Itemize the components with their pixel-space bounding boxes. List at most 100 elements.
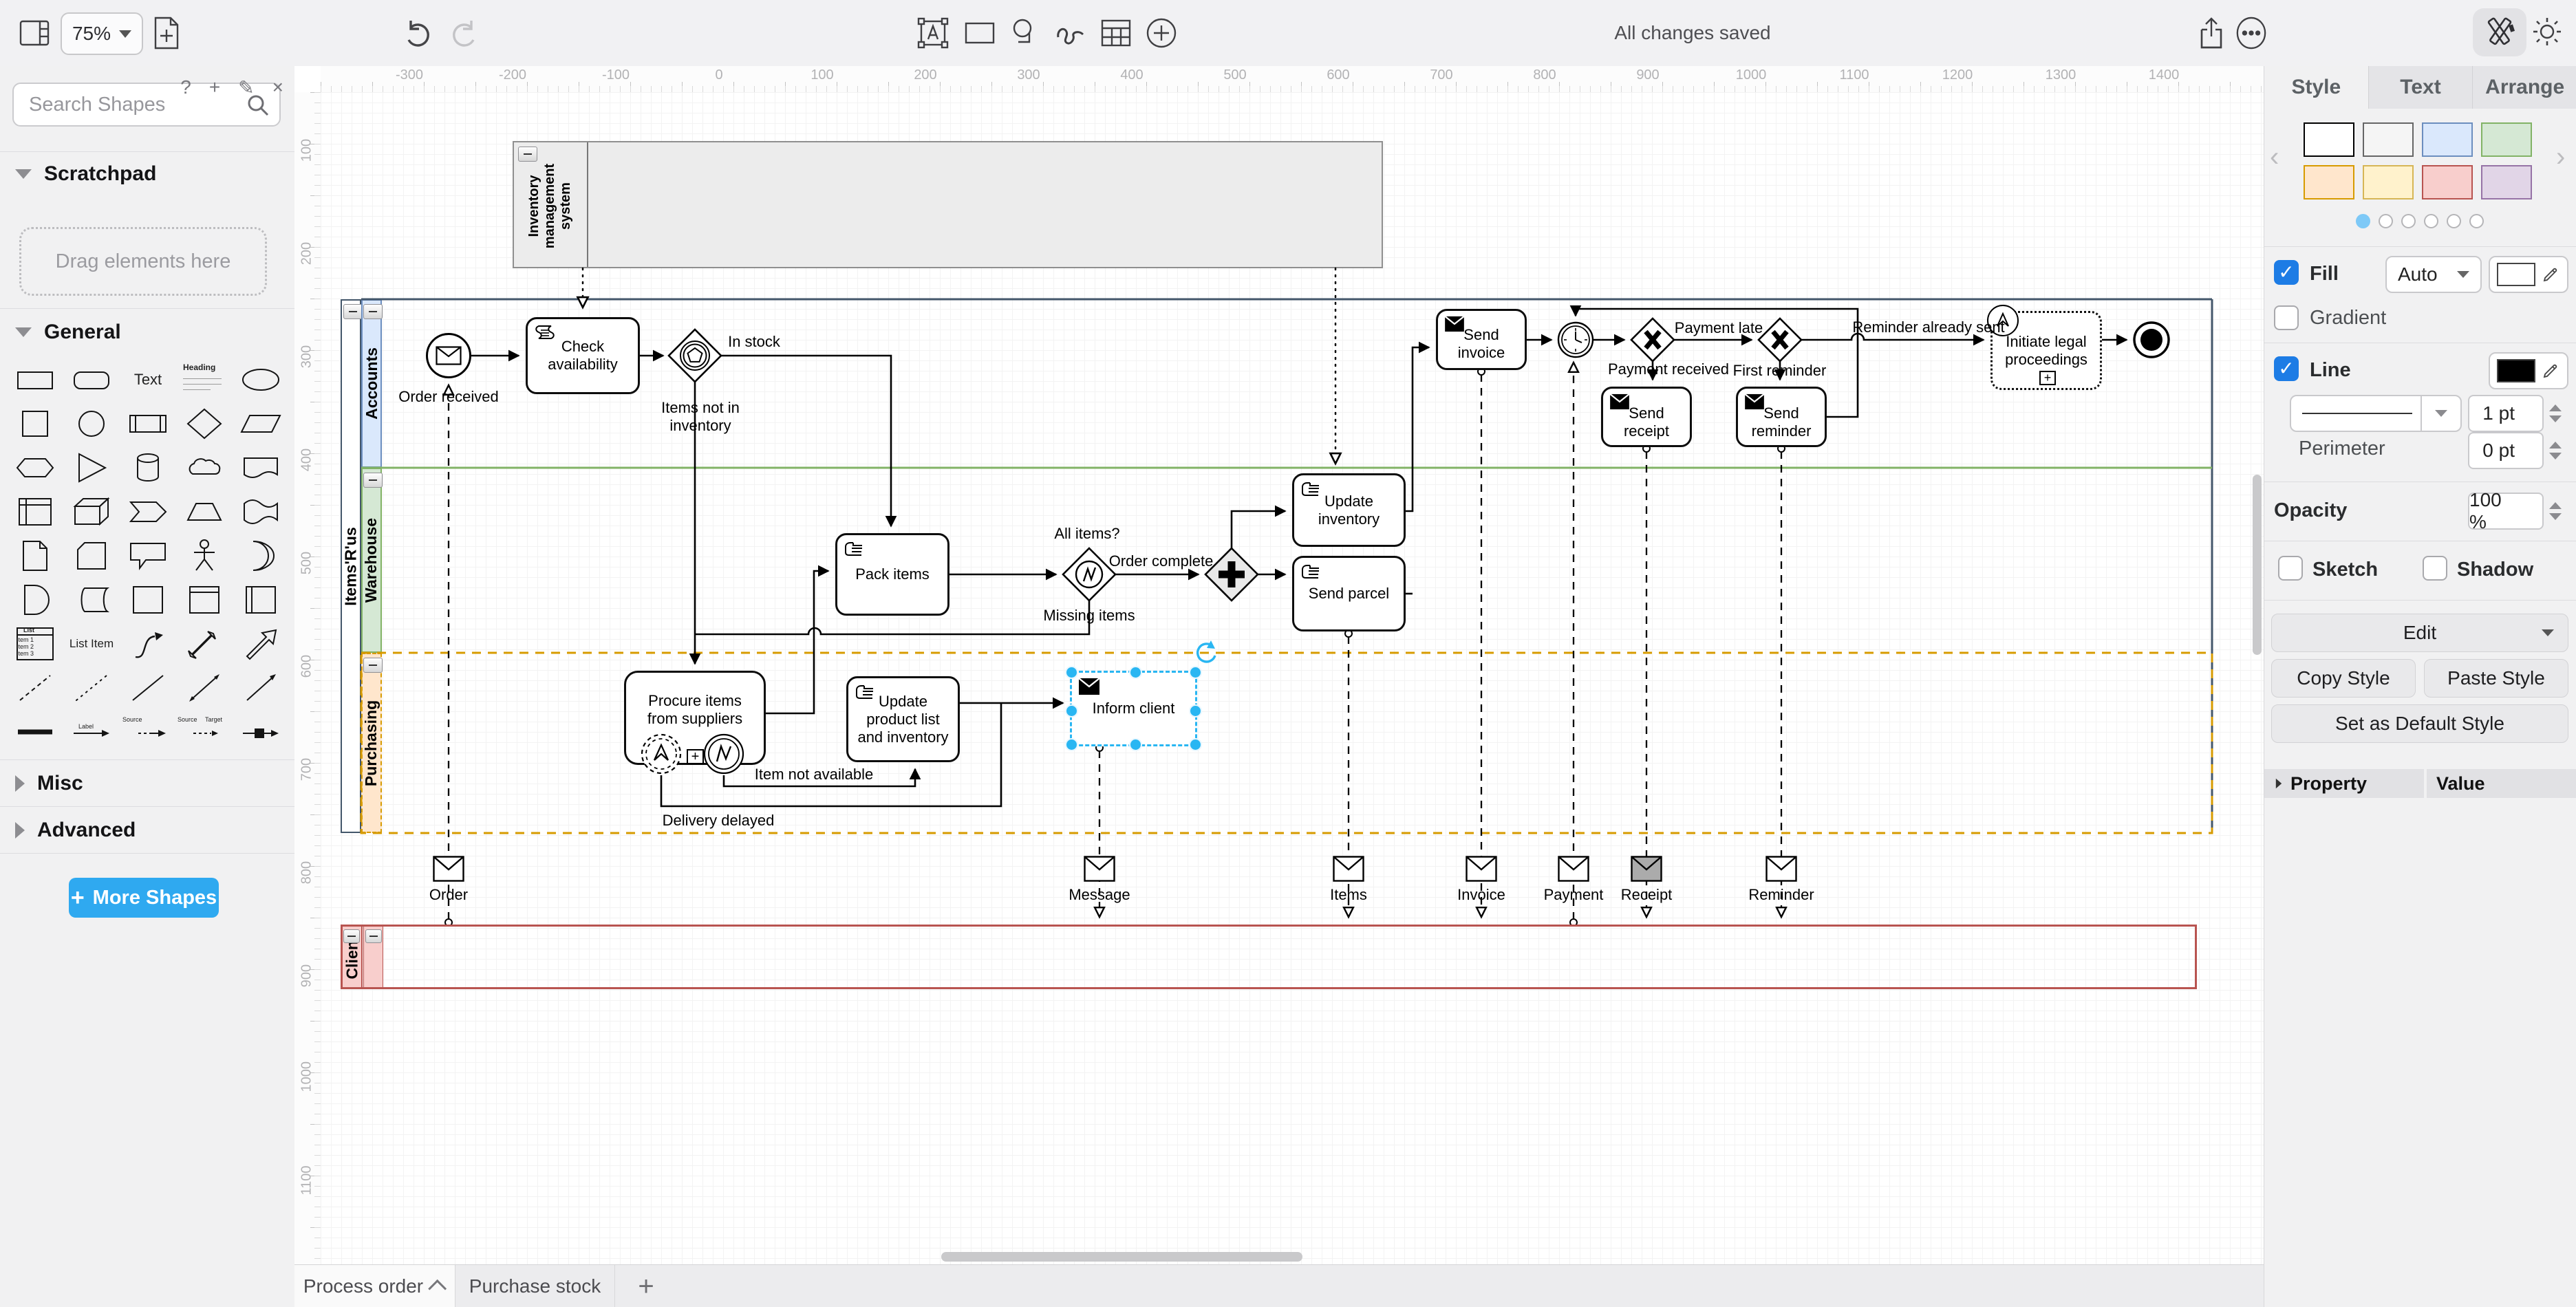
message-shape-receipt[interactable] [1631,856,1662,882]
shape-internal-storage[interactable] [7,490,63,534]
selection-handle[interactable] [1189,704,1202,717]
label-order[interactable]: Order [394,886,504,904]
perimeter-input[interactable]: 0 pt [2468,432,2544,469]
shape-line[interactable] [120,666,176,710]
style-swatch[interactable] [2422,122,2473,157]
selection-handle[interactable] [1065,738,1078,751]
task-update-product-list[interactable]: Update product list and inventory [846,676,960,762]
canvas-area[interactable]: -300 -200 -100 0 100 200 300 400 500 600 700 800 900… [294,66,2264,1264]
task-pack-items[interactable]: Pack items [835,533,949,616]
message-shape-order[interactable] [433,856,464,882]
label-payment-late[interactable]: Payment late [1664,319,1774,337]
shape-step[interactable] [120,490,176,534]
style-swatch[interactable] [2481,122,2532,157]
label-order-complete[interactable]: Order complete [1101,552,1221,570]
line-style-select[interactable] [2290,395,2462,432]
tab-arrange[interactable]: Arrange [2473,66,2576,109]
opacity-input[interactable]: 100 % [2468,489,2544,532]
undo-icon[interactable] [403,17,436,50]
escalation-boundary-event[interactable] [640,733,683,775]
shape-tape[interactable] [233,490,289,534]
paste-style-button[interactable]: Paste Style [2424,659,2568,698]
add-page-tab[interactable]: + [615,1265,677,1307]
shape-parallelogram[interactable] [233,402,289,446]
shape-dashed-line[interactable] [7,666,63,710]
fill-color-button[interactable] [2489,256,2568,293]
shape-diamond[interactable] [176,402,233,446]
selection-handle[interactable] [1065,704,1078,717]
timer-event[interactable] [1557,321,1594,358]
page-tab-purchase-stock[interactable]: Purchase stock [455,1265,615,1307]
insert-tool-icon[interactable] [1145,17,1178,50]
set-default-style-button[interactable]: Set as Default Style [2271,704,2568,743]
redo-icon[interactable] [446,17,479,50]
rotate-handle-icon[interactable] [1192,638,1219,665]
shape-directional-connector[interactable] [233,666,289,710]
label-reminder-already-sent[interactable]: Reminder already sent [1843,318,2015,336]
label-first-reminder[interactable]: First reminder [1716,362,1843,380]
shape-document[interactable] [233,446,289,490]
shape-square[interactable] [7,402,63,446]
label-receipt[interactable]: Receipt [1591,886,1702,904]
shape-cylinder[interactable] [120,446,176,490]
style-swatch[interactable] [2363,165,2414,199]
edit-style-button[interactable]: Edit [2271,614,2568,652]
label-in-stock[interactable]: In stock [709,333,799,351]
label-missing-items[interactable]: Missing items [1034,607,1144,625]
vertical-scrollbar[interactable] [2253,475,2262,655]
freehand-tool-icon[interactable] [1054,17,1087,50]
shape-textbox[interactable]: Heading [176,358,233,402]
style-swatch[interactable] [2481,165,2532,199]
property-column-header[interactable]: Property [2264,769,2424,798]
collapse-button[interactable] [365,929,382,943]
swatch-page-dot[interactable] [2379,214,2393,228]
style-swatch[interactable] [2304,122,2354,157]
shape-text[interactable]: Text [120,358,176,402]
scratchpad-add-icon[interactable]: + [209,76,220,98]
shape-dotted-line[interactable] [63,666,120,710]
pool-client[interactable]: Client [341,925,2197,989]
fill-mode-select[interactable]: Auto [2385,256,2482,293]
general-section-header[interactable]: General [0,311,294,354]
shape-arrow[interactable] [233,622,289,666]
tab-style[interactable]: Style [2264,66,2369,109]
task-inform-client-selected[interactable]: Inform client [1065,666,1202,751]
scratchpad-header[interactable]: Scratchpad [0,153,294,195]
sketch-checkbox[interactable] [2278,556,2303,581]
shape-list-item[interactable]: List Item [63,622,120,666]
sketch-mode-toggle[interactable] [2473,8,2526,56]
shape-cube[interactable] [63,490,120,534]
add-page-icon[interactable] [150,17,183,50]
shape-data-storage[interactable] [63,578,120,622]
message-shape-items[interactable] [1333,856,1364,882]
fill-checkbox[interactable]: ✓ [2274,260,2299,285]
zoom-select[interactable]: 75% [61,12,143,55]
shapes-tool-icon[interactable] [1009,17,1042,50]
shape-vertical-container[interactable] [176,578,233,622]
selection-handle[interactable] [1189,738,1202,751]
swatch-page-dot[interactable] [2447,214,2461,228]
selection-handle[interactable] [1129,738,1142,751]
shape-circle[interactable] [63,402,120,446]
subprocess-marker[interactable]: + [687,749,704,764]
more-shapes-button[interactable]: + More Shapes [69,878,219,918]
shape-rounded-rectangle[interactable] [63,358,120,402]
collapse-button[interactable] [343,929,360,943]
shape-process[interactable] [120,402,176,446]
shape-arrow-with-label[interactable]: Label [63,710,120,754]
line-width-stepper[interactable] [2545,395,2566,432]
label-order-received[interactable]: Order received [387,388,511,406]
rectangle-tool-icon[interactable] [963,17,996,50]
shadow-checkbox[interactable] [2423,556,2447,581]
diagram-surface[interactable]: Inventory management system Items'R'us A… [321,92,2264,1264]
opacity-stepper[interactable] [2545,493,2566,530]
selection-handle[interactable] [1129,666,1142,679]
label-message[interactable]: Message [1044,886,1155,904]
swatch-next-icon[interactable]: › [2556,143,2565,171]
shape-hexagon[interactable] [7,446,63,490]
line-width-input[interactable]: 1 pt [2468,395,2544,432]
shape-cloud[interactable] [176,446,233,490]
line-checkbox[interactable]: ✓ [2274,356,2299,381]
style-swatch[interactable] [2304,165,2354,199]
message-shape-payment[interactable] [1558,856,1589,882]
